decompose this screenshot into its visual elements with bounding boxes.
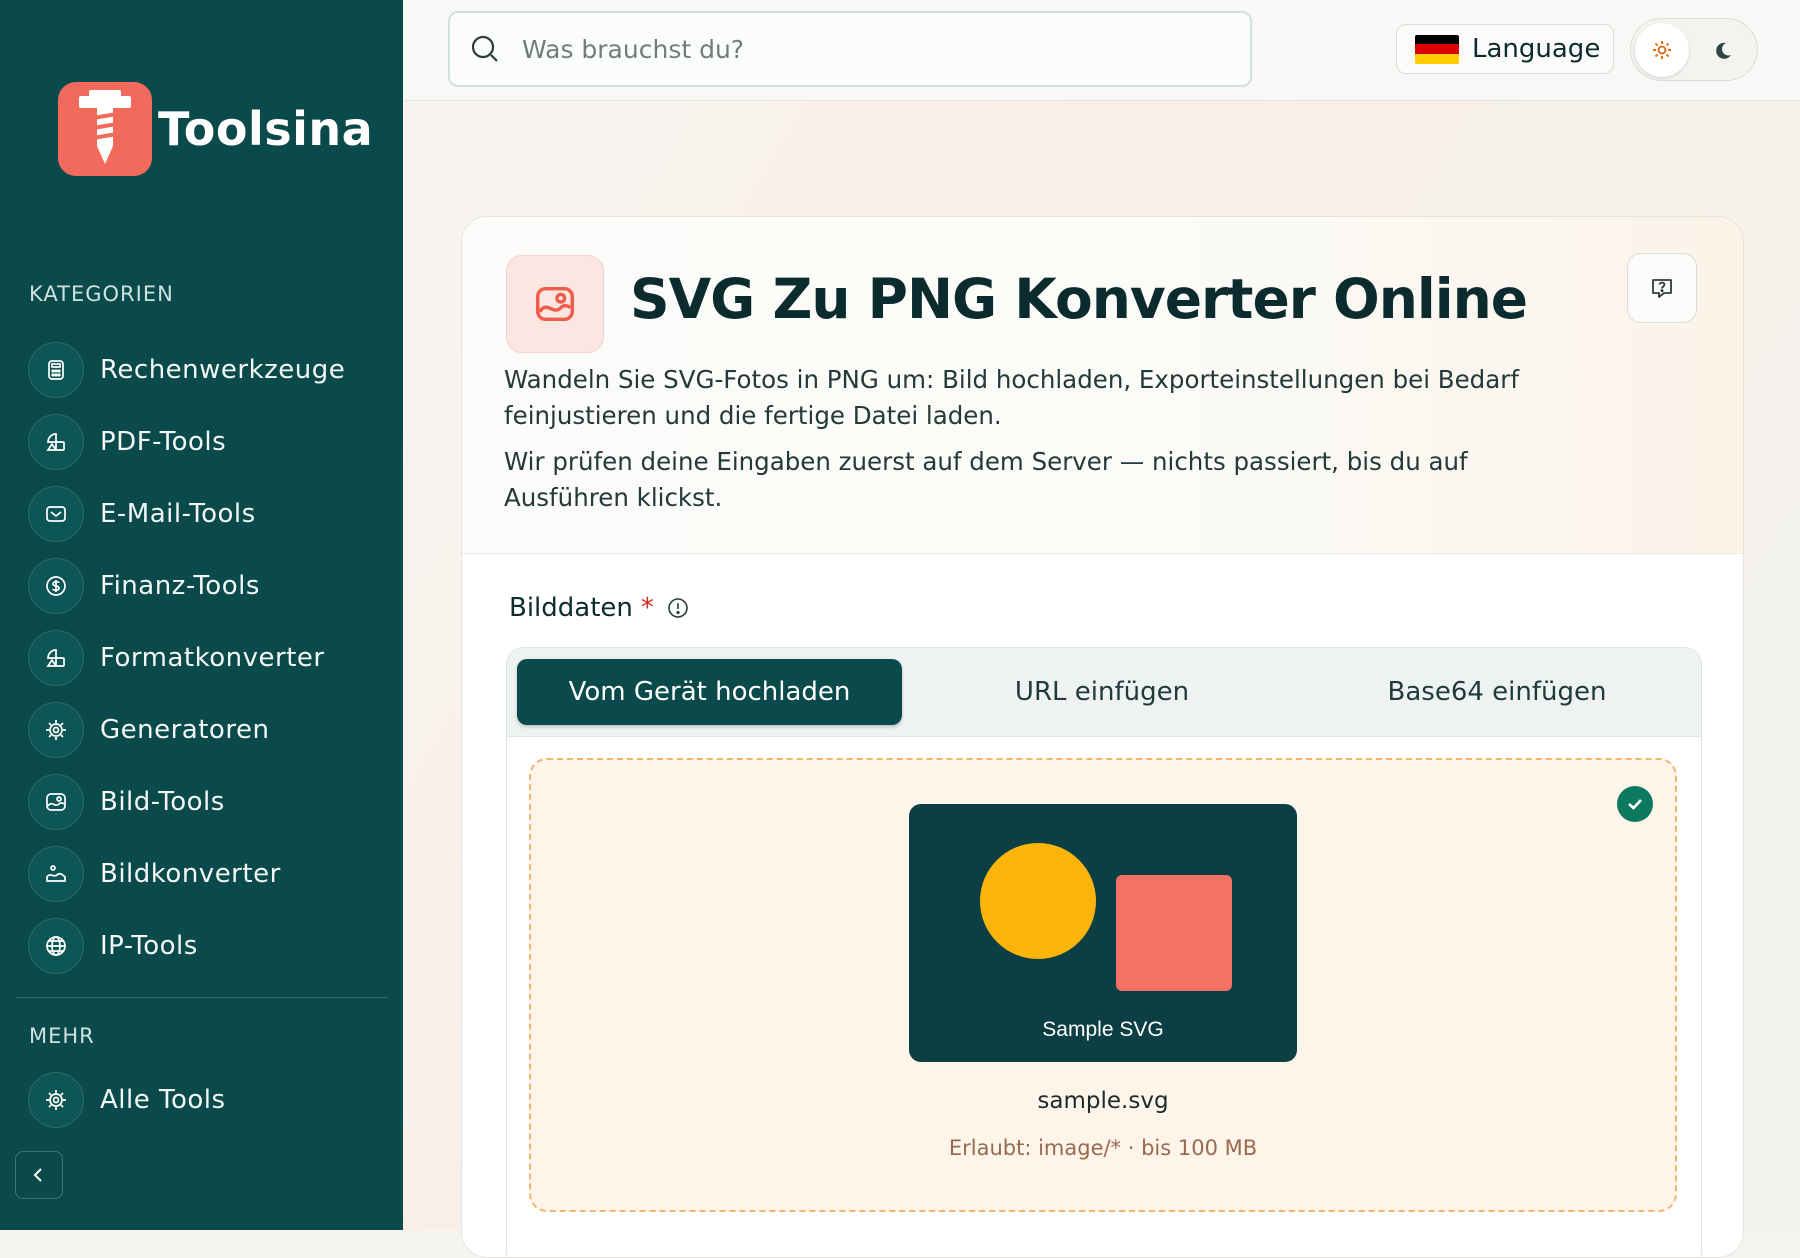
mail-icon	[28, 486, 84, 542]
logo-screw-icon	[58, 82, 152, 176]
sidebar-item-label: Bildkonverter	[100, 859, 281, 889]
sidebar-item-bildkonverter[interactable]: Bildkonverter	[28, 838, 388, 910]
field-label-text: Bilddaten	[509, 593, 633, 623]
preview-caption: Sample SVG	[1042, 1018, 1164, 1041]
language-label: Language	[1472, 34, 1601, 64]
germany-flag-icon	[1415, 34, 1459, 64]
image-convert-icon	[28, 846, 84, 902]
sidebar-item-bild-tools[interactable]: Bild-Tools	[28, 766, 388, 838]
search-box[interactable]	[448, 11, 1252, 87]
question-bubble-icon	[1652, 279, 1672, 298]
allowed-types: Erlaubt: image/* · bis 100 MB	[948, 1136, 1258, 1160]
check-icon	[1617, 786, 1653, 822]
shapes-icon	[28, 630, 84, 686]
tab-base64[interactable]: Base64 einfügen	[1302, 659, 1692, 725]
page-title: SVG Zu PNG Konverter Online	[630, 267, 1528, 331]
language-selector[interactable]: Language	[1396, 24, 1614, 74]
brand-name: Toolsina	[158, 102, 374, 156]
tool-card: SVG Zu PNG Konverter Online Wandeln Sie …	[461, 216, 1744, 1258]
dark-mode-button[interactable]	[1705, 33, 1741, 69]
sidebar-item-label: E-Mail-Tools	[100, 499, 256, 529]
help-button[interactable]	[1627, 253, 1697, 323]
gear-icon	[28, 702, 84, 758]
chevron-left-icon	[33, 1168, 42, 1182]
calculator-icon	[28, 342, 84, 398]
theme-toggle[interactable]	[1630, 18, 1758, 81]
collapse-sidebar-button[interactable]	[15, 1151, 63, 1199]
sidebar-item-label: Finanz-Tools	[100, 571, 260, 601]
sidebar-item-label: PDF-Tools	[100, 427, 227, 457]
file-name: sample.svg	[1037, 1088, 1169, 1114]
sidebar: Toolsina KATEGORIEN Rechenwerkzeuge PDF-…	[0, 0, 403, 1230]
tab-url[interactable]: URL einfügen	[912, 659, 1292, 725]
input-tabs: Vom Gerät hochladen URL einfügen Base64 …	[507, 648, 1701, 737]
sidebar-divider	[15, 997, 388, 998]
tool-description: Wandeln Sie SVG-Fotos in PNG um: Bild ho…	[504, 365, 1519, 430]
preview-circle	[980, 843, 1096, 959]
moon-icon	[1716, 42, 1731, 59]
sidebar-item-label: IP-Tools	[100, 931, 198, 961]
search-icon	[471, 35, 498, 62]
info-icon[interactable]	[666, 596, 690, 620]
file-dropzone[interactable]: Sample SVG sample.svg Erlaubt: image/* ·…	[529, 758, 1677, 1212]
image-icon	[506, 255, 604, 353]
sidebar-item-finanz-tools[interactable]: Finanz-Tools	[28, 550, 388, 622]
topbar: Language	[403, 0, 1800, 101]
more-heading: MEHR	[29, 1024, 95, 1048]
shapes-icon	[28, 414, 84, 470]
sidebar-item-formatkonverter[interactable]: Formatkonverter	[28, 622, 388, 694]
tab-upload[interactable]: Vom Gerät hochladen	[517, 659, 902, 725]
globe-icon	[28, 918, 84, 974]
required-mark: *	[640, 593, 654, 623]
image-preview: Sample SVG	[909, 804, 1297, 1062]
tool-header: SVG Zu PNG Konverter Online Wandeln Sie …	[462, 217, 1743, 554]
categories-heading: KATEGORIEN	[29, 282, 174, 306]
sidebar-item-pdf-tools[interactable]: PDF-Tools	[28, 406, 388, 478]
sun-icon	[1653, 41, 1671, 59]
sidebar-item-label: Generatoren	[100, 715, 270, 745]
tool-description-note: Wir prüfen deine Eingaben zuerst auf dem…	[504, 447, 1468, 512]
light-mode-button[interactable]	[1635, 23, 1689, 77]
sidebar-item-label: Rechenwerkzeuge	[100, 355, 346, 385]
dollar-icon	[28, 558, 84, 614]
sidebar-item-rechenwerkzeuge[interactable]: Rechenwerkzeuge	[28, 334, 388, 406]
sidebar-item-alle-tools[interactable]: Alle Tools	[28, 1064, 388, 1136]
sidebar-item-label: Formatkonverter	[100, 643, 325, 673]
sidebar-item-generatoren[interactable]: Generatoren	[28, 694, 388, 766]
sidebar-item-label: Bild-Tools	[100, 787, 225, 817]
sidebar-item-email-tools[interactable]: E-Mail-Tools	[28, 478, 388, 550]
gear-icon	[28, 1072, 84, 1128]
preview-square	[1116, 875, 1232, 991]
brand-logo[interactable]: Toolsina	[58, 82, 373, 176]
field-label: Bilddaten *	[509, 593, 690, 623]
category-nav: Rechenwerkzeuge PDF-Tools E-Mail-Tools F…	[28, 334, 388, 982]
sidebar-item-ip-tools[interactable]: IP-Tools	[28, 910, 388, 982]
more-nav: Alle Tools	[28, 1064, 388, 1136]
search-input[interactable]	[520, 33, 1204, 65]
image-icon	[28, 774, 84, 830]
sidebar-item-label: Alle Tools	[100, 1085, 226, 1115]
image-input-panel: Vom Gerät hochladen URL einfügen Base64 …	[506, 647, 1702, 1257]
